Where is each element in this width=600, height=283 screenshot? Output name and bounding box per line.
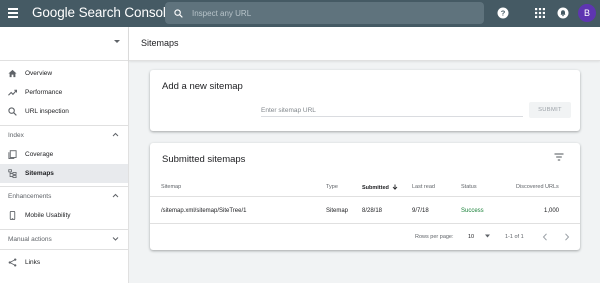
- sidebar-item-label: URL inspection: [25, 108, 69, 115]
- section-enhancements[interactable]: Enhancements: [0, 186, 128, 206]
- rows-per-page-value: 10: [468, 234, 475, 240]
- cell-sitemap[interactable]: /sitemap.xml/sitemap/SiteTree/1: [161, 208, 246, 214]
- dropdown-arrow-icon: [114, 40, 120, 43]
- notifications-icon[interactable]: [557, 7, 569, 19]
- sidebar-item-label: Coverage: [25, 151, 54, 158]
- sitemap-icon: [8, 169, 17, 178]
- trending-up-icon: [8, 89, 17, 96]
- column-header-label: Submitted: [362, 185, 389, 191]
- url-inspection-search[interactable]: [165, 2, 484, 24]
- section-index[interactable]: Index: [0, 125, 128, 145]
- top-app-bar: Google Search Console ? B: [0, 0, 600, 27]
- column-header-status[interactable]: Status: [461, 184, 477, 190]
- chevron-right-icon[interactable]: [564, 233, 570, 241]
- search-icon: [174, 8, 183, 18]
- chevron-up-icon: [112, 193, 119, 198]
- chevron-left-icon[interactable]: [542, 233, 548, 241]
- column-header-submitted[interactable]: Submitted: [362, 184, 398, 191]
- property-selector[interactable]: [0, 27, 128, 61]
- svg-text:?: ?: [501, 9, 506, 18]
- add-sitemap-card: Add a new sitemap SUBMIT: [150, 70, 580, 131]
- submit-button[interactable]: SUBMIT: [529, 102, 571, 118]
- chevron-up-icon: [112, 132, 119, 137]
- sidebar-item-label: Sitemaps: [25, 170, 54, 177]
- card-title: Submitted sitemaps: [162, 154, 246, 165]
- card-title: Add a new sitemap: [162, 81, 243, 92]
- sidebar-item-label: Overview: [25, 70, 53, 77]
- section-label: Manual actions: [8, 236, 52, 243]
- sidebar-item-mobile-usability[interactable]: Mobile Usability: [0, 206, 128, 225]
- sidebar-item-label: Mobile Usability: [25, 212, 71, 219]
- chevron-down-icon: [112, 237, 119, 241]
- arrow-down-icon: [393, 184, 398, 190]
- page-header: Sitemaps: [129, 27, 600, 61]
- app-title[interactable]: Google Search Console: [32, 5, 173, 20]
- cell-submitted: 8/28/18: [362, 208, 383, 214]
- column-header-discovered-urls[interactable]: Discovered URLs: [516, 184, 559, 190]
- avatar[interactable]: B: [578, 4, 596, 22]
- search-icon: [8, 107, 17, 116]
- cell-type: Sitemap: [326, 208, 349, 214]
- sidebar-item-coverage[interactable]: Coverage: [0, 145, 128, 164]
- sidebar-item-performance[interactable]: Performance: [0, 83, 128, 102]
- page-title: Sitemaps: [141, 38, 179, 48]
- apps-grid-icon[interactable]: [535, 8, 545, 18]
- sidebar-item-sitemaps[interactable]: Sitemaps: [0, 164, 128, 183]
- sidebar-item-label: Performance: [25, 89, 63, 96]
- dropdown-arrow-icon: [484, 234, 490, 238]
- sidebar: Overview Performance URL inspection Inde…: [0, 27, 129, 283]
- submitted-sitemaps-card: Submitted sitemaps Sitemap Type Submitte…: [150, 143, 580, 250]
- sidebar-item-overview[interactable]: Overview: [0, 64, 128, 83]
- section-label: Index: [8, 132, 24, 139]
- column-header-last-read[interactable]: Last read: [412, 184, 435, 190]
- links-icon: [8, 258, 17, 267]
- filter-icon[interactable]: [554, 153, 564, 161]
- divider: [150, 223, 580, 224]
- column-header-sitemap[interactable]: Sitemap: [161, 184, 181, 190]
- section-label: Enhancements: [8, 193, 52, 200]
- rows-per-page-label: Rows per page:: [415, 234, 454, 240]
- sidebar-item-url-inspection[interactable]: URL inspection: [0, 102, 128, 121]
- sidebar-item-label: Links: [25, 259, 41, 266]
- sidebar-item-links[interactable]: Links: [0, 253, 128, 272]
- divider: [150, 196, 580, 197]
- cell-discovered-urls: 1,000: [544, 208, 560, 214]
- status-badge: Success: [461, 208, 484, 214]
- coverage-icon: [8, 150, 17, 159]
- section-manual-actions[interactable]: Manual actions: [0, 229, 128, 249]
- home-icon: [8, 69, 17, 78]
- column-header-type[interactable]: Type: [326, 184, 338, 190]
- sitemap-url-input[interactable]: [261, 105, 523, 117]
- search-input[interactable]: [192, 8, 472, 18]
- rows-per-page-select[interactable]: 10: [468, 234, 490, 240]
- phone-icon: [9, 211, 16, 220]
- cell-last-read: 9/7/18: [412, 208, 429, 214]
- help-icon[interactable]: ?: [497, 7, 509, 19]
- menu-icon[interactable]: [8, 8, 18, 18]
- pagination-range: 1-1 of 1: [505, 234, 524, 240]
